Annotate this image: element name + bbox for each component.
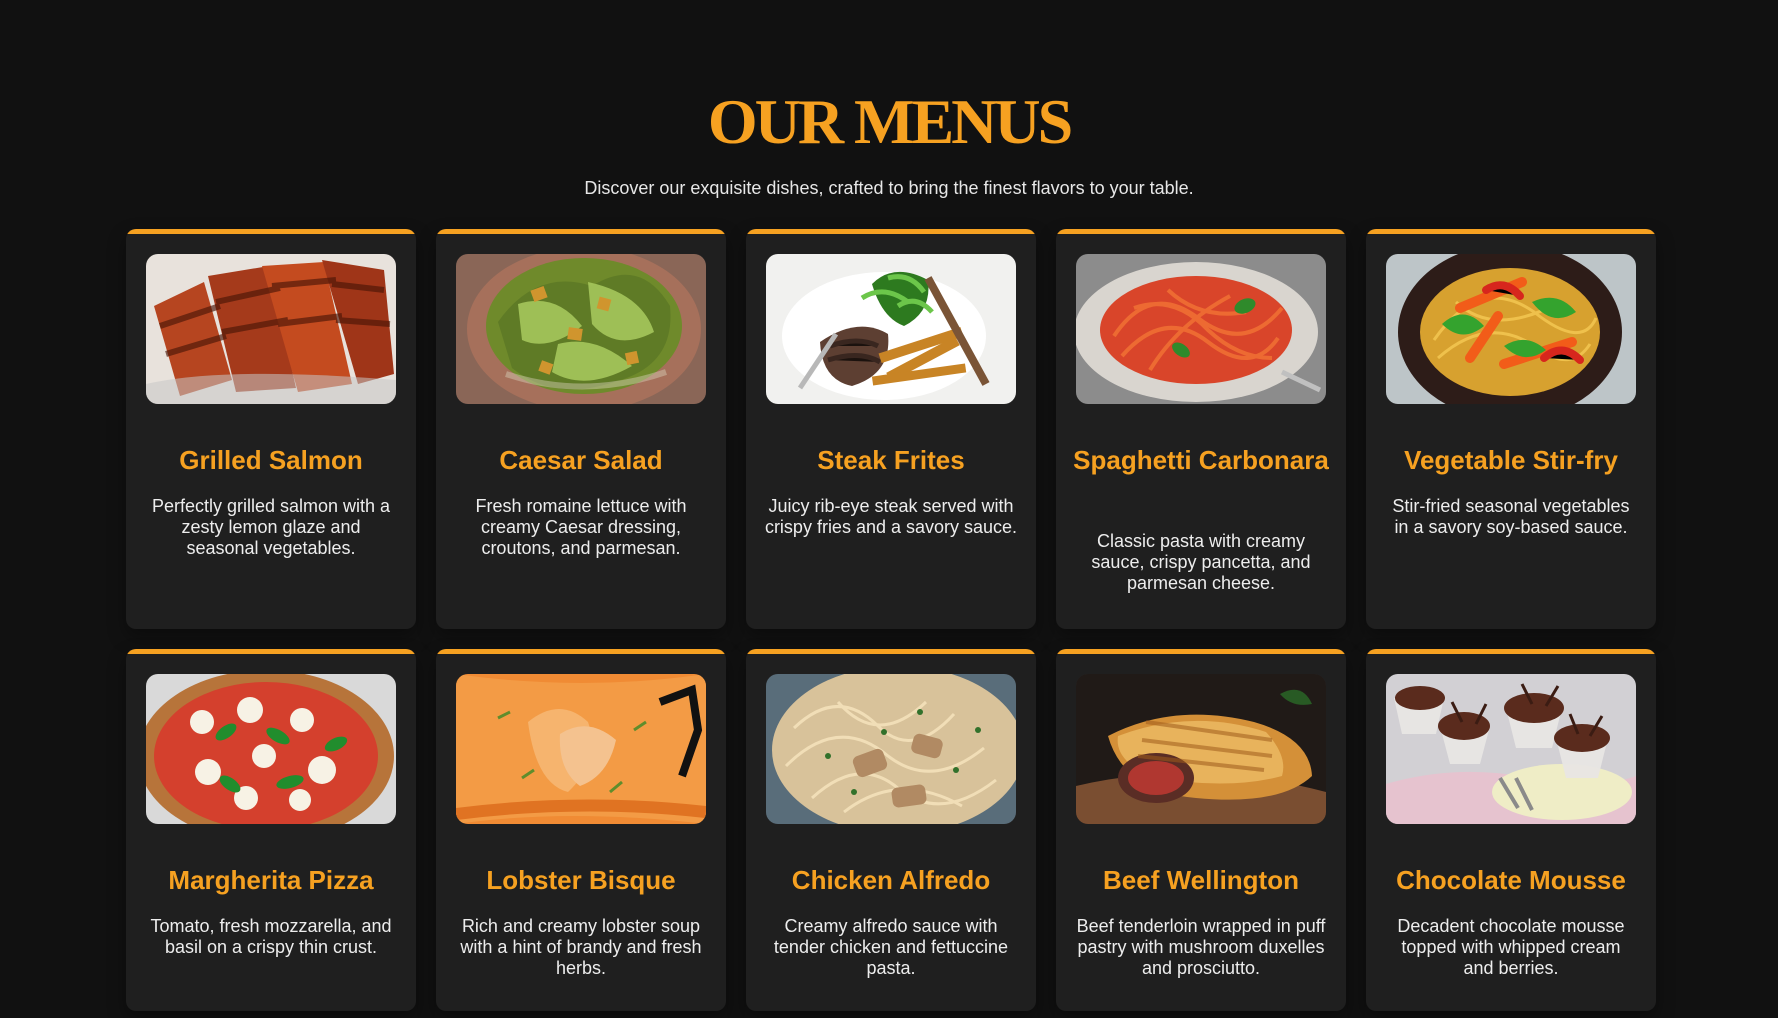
dish-description: Fresh romaine lettuce with creamy Caesar… — [475, 496, 687, 558]
menu-card-chocolate-mousse[interactable]: Chocolate Mousse Decadent chocolate mous… — [1366, 649, 1656, 1011]
menu-card-chicken-alfredo[interactable]: Chicken Alfredo Creamy alfredo sauce wit… — [746, 649, 1036, 1011]
lobster-bisque-image — [456, 674, 706, 824]
page-title: OUR MENUS — [707, 86, 1073, 157]
dish-title: Caesar Salad — [499, 445, 663, 475]
dish-description: Creamy alfredo sauce with tender chicken… — [773, 916, 1009, 978]
chicken-alfredo-image — [766, 674, 1016, 824]
vegetable-stir-fry-image — [1386, 254, 1636, 404]
menu-card-beef-wellington[interactable]: Beef Wellington Beef tenderloin wrapped … — [1056, 649, 1346, 1011]
dish-description: Classic pasta with creamy sauce, crispy … — [1091, 531, 1311, 593]
dish-title: Spaghetti Carbonara — [1073, 445, 1329, 475]
dish-description: Tomato, fresh mozzarella, and basil on a… — [150, 916, 392, 957]
dish-description: Decadent chocolate mousse topped with wh… — [1397, 916, 1625, 978]
caesar-salad-image — [456, 254, 706, 404]
menu-card-lobster-bisque[interactable]: Lobster Bisque Rich and creamy lobster s… — [436, 649, 726, 1011]
menu-card-margherita-pizza[interactable]: Margherita Pizza Tomato, fresh mozzarell… — [126, 649, 416, 1011]
dish-title: Margherita Pizza — [168, 865, 374, 895]
menu-card-grilled-salmon[interactable]: Grilled Salmon Perfectly grilled salmon … — [126, 229, 416, 629]
menu-card-caesar-salad[interactable]: Caesar Salad Fresh romaine lettuce with … — [436, 229, 726, 629]
dish-description: Beef tenderloin wrapped in puff pastry w… — [1076, 916, 1326, 978]
dish-description: Rich and creamy lobster soup with a hint… — [460, 916, 702, 978]
dish-title: Grilled Salmon — [179, 445, 363, 475]
dish-description: Stir-fried seasonal vegetables in a savo… — [1392, 496, 1630, 537]
dish-title: Chicken Alfredo — [791, 865, 991, 895]
chocolate-mousse-image — [1386, 674, 1636, 824]
menu-page: OUR MENUS Discover our exquisite dishes,… — [0, 0, 1778, 1018]
dish-title: Vegetable Stir-fry — [1404, 445, 1618, 475]
dish-title: Lobster Bisque — [486, 865, 676, 895]
dish-title: Chocolate Mousse — [1396, 865, 1626, 895]
menu-card-vegetable-stir-fry[interactable]: Vegetable Stir-fry Stir-fried seasonal v… — [1366, 229, 1656, 629]
beef-wellington-image — [1076, 674, 1326, 824]
margherita-pizza-image — [146, 674, 396, 824]
page-subtitle: Discover our exquisite dishes, crafted t… — [584, 178, 1194, 198]
dish-description: Perfectly grilled salmon with a zesty le… — [151, 496, 391, 558]
dish-title: Beef Wellington — [1103, 865, 1299, 895]
spaghetti-carbonara-image — [1076, 254, 1326, 404]
steak-frites-image — [766, 254, 1016, 404]
menu-card-spaghetti-carbonara[interactable]: Spaghetti Carbonara Classic pasta with c… — [1056, 229, 1346, 629]
dish-title: Steak Frites — [817, 445, 965, 475]
menu-grid: Grilled Salmon Perfectly grilled salmon … — [126, 229, 1656, 1011]
menu-card-steak-frites[interactable]: Steak Frites Juicy rib-eye steak served … — [746, 229, 1036, 629]
grilled-salmon-image — [146, 254, 396, 404]
dish-description: Juicy rib-eye steak served with crispy f… — [764, 496, 1018, 537]
